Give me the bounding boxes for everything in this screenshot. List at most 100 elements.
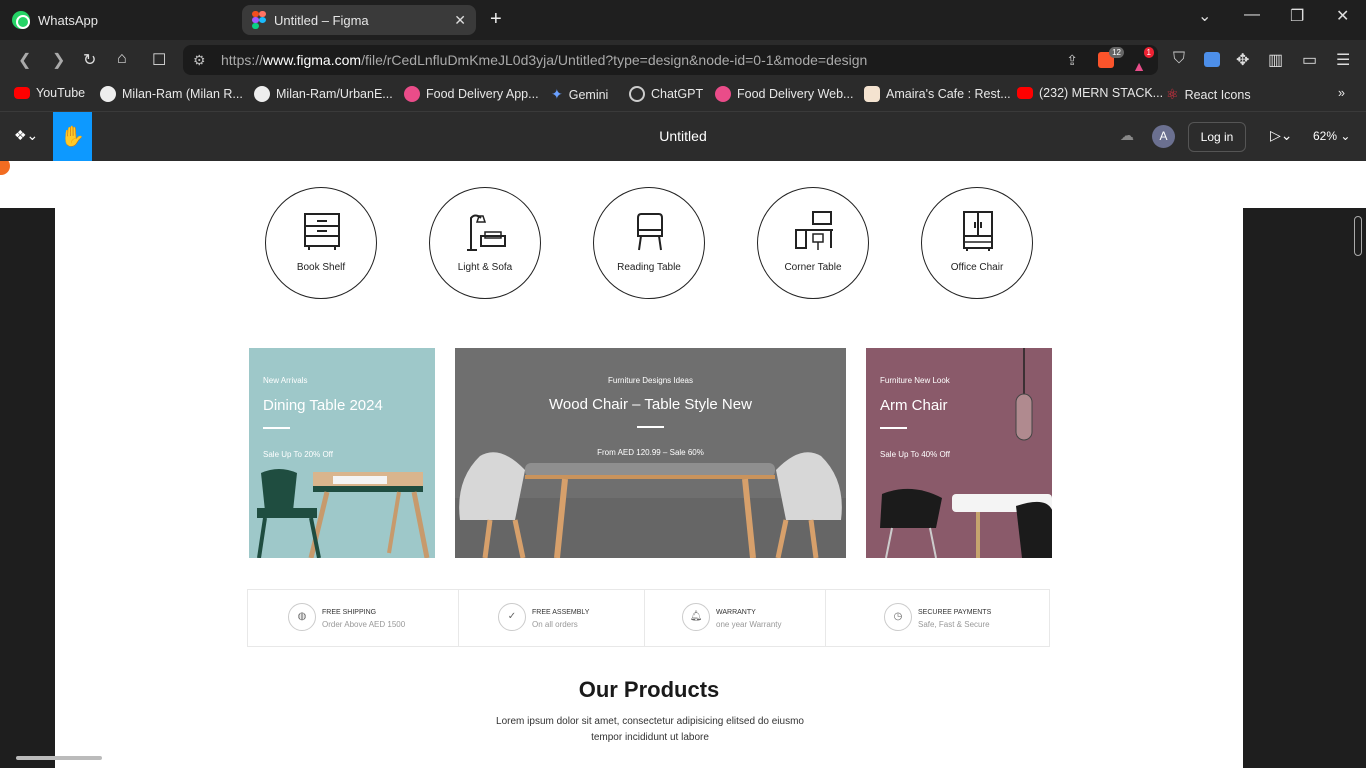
horizontal-scrollbar[interactable] (16, 756, 102, 760)
offline-icon: ☁ (1120, 127, 1134, 143)
brave-badge: 12 (1109, 47, 1124, 58)
banner-sale: Sale Up To 20% Off (263, 450, 333, 459)
banner-dining-table[interactable]: New Arrivals Dining Table 2024 Sale Up T… (249, 348, 435, 558)
bookmark-food-app[interactable]: Food Delivery App... (404, 86, 539, 102)
bookmark-label: YouTube (36, 86, 86, 100)
feature-warranty: 🔔︎ WARRANTY one year Warranty (645, 590, 826, 646)
more-bookmarks-icon[interactable]: » (1338, 86, 1345, 100)
feature-title: FREE SHIPPING (322, 609, 377, 616)
bookmark-github-1[interactable]: Milan-Ram (Milan R... (100, 86, 243, 102)
close-window-button[interactable]: ✕ (1336, 6, 1349, 26)
feature-title: SECUREE PAYMENTS (918, 609, 992, 616)
youtube-icon (14, 87, 30, 99)
menu-icon[interactable]: ☰ (1336, 50, 1350, 70)
feature-title: WARRANTY (716, 609, 756, 616)
category-office-chair[interactable]: Office Chair (921, 187, 1033, 299)
dribbble-icon (715, 86, 731, 102)
tab-whatsapp[interactable]: WhatsApp (2, 5, 232, 35)
url-field[interactable]: ⚙ https://www.figma.com/file/rCedLnfluDm… (183, 45, 1158, 75)
figma-canvas[interactable]: Book Shelf Light & Sofa Reading Table Co… (0, 161, 1366, 768)
banner-wood-chair[interactable]: Furniture Designs Ideas Wood Chair – Tab… (455, 348, 846, 558)
banner-kicker: New Arrivals (263, 376, 308, 385)
category-light-sofa[interactable]: Light & Sofa (429, 187, 541, 299)
minimize-button[interactable]: — (1244, 6, 1260, 24)
url-path: /file/rCedLnfluDmKmeJL0d3yja/Untitled?ty… (361, 52, 868, 68)
wallet-icon[interactable]: ▭ (1302, 50, 1317, 70)
bookmark-label: Food Delivery Web... (737, 87, 854, 101)
bookmark-youtube[interactable]: YouTube (14, 86, 85, 100)
bookmark-food-web[interactable]: Food Delivery Web... (715, 86, 853, 102)
restore-button[interactable]: ❐ (1290, 6, 1304, 26)
present-icon[interactable]: ▷⌄ (1270, 127, 1293, 144)
bookmark-icon[interactable]: ☐ (152, 50, 166, 70)
desk-icon (795, 211, 833, 250)
bookmark-chatgpt[interactable]: ChatGPT (629, 86, 703, 102)
banner-sale: From AED 120.99 – Sale 60% (597, 448, 704, 457)
category-book-shelf[interactable]: Book Shelf (265, 187, 377, 299)
back-icon[interactable]: ❮ (18, 50, 31, 70)
sidebar-icon[interactable]: ▥ (1268, 50, 1283, 70)
banner-kicker: Furniture Designs Ideas (608, 376, 693, 385)
puzzle-icon[interactable]: ✥ (1236, 50, 1249, 70)
banner-divider (263, 427, 290, 429)
check-circle-icon: ✓ (498, 603, 526, 631)
share-icon[interactable]: ⇪ (1066, 45, 1078, 75)
vertical-scrollbar[interactable] (1354, 216, 1362, 256)
lamp-sofa-icon (467, 214, 506, 251)
bookmark-mern[interactable]: (232) MERN STACK... (1017, 86, 1163, 100)
banner-arm-chair[interactable]: Furniture New Look Arm Chair Sale Up To … (866, 348, 1052, 558)
reload-icon[interactable]: ↻ (83, 50, 96, 70)
bookmark-github-2[interactable]: Milan-Ram/UrbanE... (254, 86, 393, 102)
category-label: Corner Table (784, 262, 842, 273)
bookmark-label: Food Delivery App... (426, 87, 539, 101)
whatsapp-icon (12, 11, 30, 29)
bookmark-label: (232) MERN STACK... (1039, 86, 1164, 100)
feature-desc: Safe, Fast & Secure (918, 620, 990, 629)
rewards-badge: 1 (1143, 47, 1154, 58)
home-icon[interactable]: ⌂ (117, 50, 127, 68)
category-label: Light & Sofa (457, 262, 513, 273)
banner-title: Dining Table 2024 (263, 397, 383, 414)
figma-toolbar: ❖⌄ ✋ Untitled ☁ A Log in ▷⌄ 62% ⌄ (0, 112, 1366, 161)
zoom-level[interactable]: 62% ⌄ (1313, 129, 1350, 143)
new-tab-button[interactable]: + (490, 8, 502, 31)
features-strip: ◍ FREE SHIPPING Order Above AED 1500 ✓ F… (247, 589, 1050, 647)
category-label: Book Shelf (296, 262, 346, 273)
tab-search-icon[interactable]: ⌄ (1198, 6, 1211, 26)
avatar[interactable]: A (1152, 125, 1175, 148)
close-tab-icon[interactable]: ✕ (454, 12, 466, 29)
bookmark-amaira[interactable]: Amaira's Cafe : Rest... (864, 86, 1011, 102)
category-label: Reading Table (617, 262, 681, 273)
extension-icon[interactable] (1204, 52, 1220, 67)
browser-tab-bar: WhatsApp Untitled – Figma ✕ + ⌄ — ❐ ✕ (0, 0, 1366, 40)
address-toolbar: ❮ ❯ ↻ ⌂ ☐ ⚙ https://www.figma.com/file/r… (0, 40, 1366, 80)
banner-divider (880, 427, 907, 429)
youtube-icon (1017, 87, 1033, 99)
category-reading-table[interactable]: Reading Table (593, 187, 705, 299)
design-frame[interactable]: Book Shelf Light & Sofa Reading Table Co… (55, 161, 1243, 768)
banner-sale: Sale Up To 40% Off (880, 450, 950, 459)
banner-kicker: Furniture New Look (880, 376, 950, 385)
figma-icon (252, 11, 266, 29)
login-button[interactable]: Log in (1188, 122, 1246, 152)
chatgpt-icon (629, 86, 645, 102)
bookmark-gemini[interactable]: ✦ Gemini (551, 86, 608, 103)
feature-secure-payments: ◷ SECUREE PAYMENTS Safe, Fast & Secure (826, 590, 1049, 646)
bookmark-react-icons[interactable]: ⚛ React Icons (1166, 86, 1251, 103)
products-description: Lorem ipsum dolor sit amet, consectetur … (496, 716, 804, 743)
feature-desc: Order Above AED 1500 (322, 620, 406, 629)
bookmark-label: Gemini (568, 87, 609, 102)
vpn-icon[interactable]: ⛉ (1173, 50, 1185, 68)
banner-title: Arm Chair (880, 397, 948, 414)
tab-title: WhatsApp (38, 12, 98, 28)
feature-title: FREE ASSEMBLY (532, 609, 590, 616)
bookmark-label: Milan-Ram/UrbanE... (276, 87, 393, 101)
react-icon: ⚛ (1166, 86, 1179, 102)
forward-icon[interactable]: ❯ (52, 50, 65, 70)
tab-figma[interactable]: Untitled – Figma ✕ (242, 5, 476, 35)
feature-free-shipping: ◍ FREE SHIPPING Order Above AED 1500 (248, 590, 459, 646)
category-corner-table[interactable]: Corner Table (757, 187, 869, 299)
site-info-icon[interactable]: ⚙ (193, 45, 206, 75)
category-label: Office Chair (950, 262, 1004, 273)
bell-icon: 🔔︎ (682, 603, 710, 631)
